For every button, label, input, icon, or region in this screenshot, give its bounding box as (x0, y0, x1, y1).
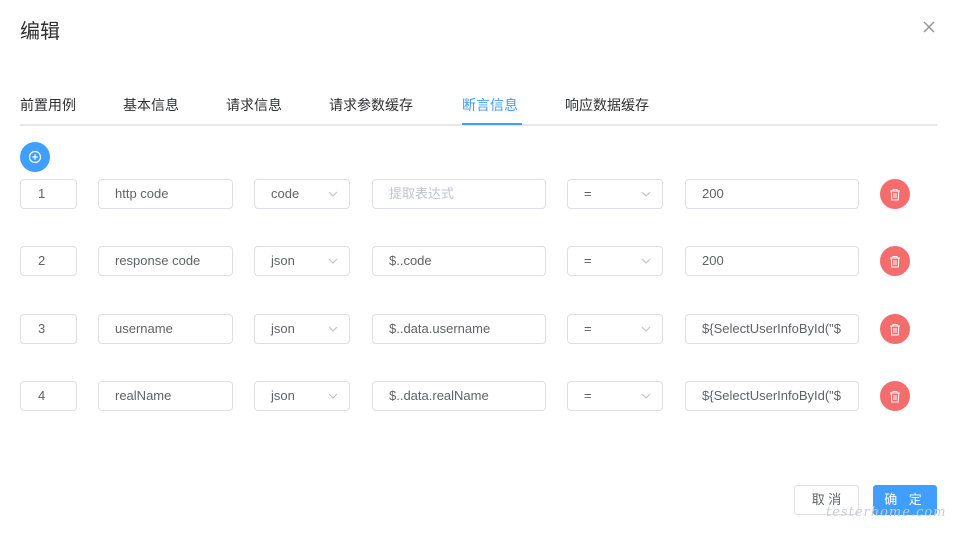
type-select[interactable]: json (254, 381, 350, 411)
operator-select-value: = (584, 388, 592, 403)
dialog-title: 编辑 (20, 21, 60, 43)
delete-row-button[interactable] (880, 246, 910, 276)
expression-input[interactable]: $..data.realName (372, 381, 546, 411)
type-select-value: json (271, 388, 295, 403)
trash-icon (890, 255, 900, 267)
assertion-row: 4 realName json $..data.realName = ${Sel… (0, 381, 957, 411)
operator-select[interactable]: = (567, 246, 663, 276)
expected-value-input[interactable]: 200 (685, 179, 859, 209)
operator-select[interactable]: = (567, 179, 663, 209)
assertion-row: 3 username json $..data.username = ${Sel… (0, 314, 957, 344)
index-input[interactable]: 2 (20, 246, 77, 276)
chevron-down-icon (641, 393, 651, 399)
plus-circle-icon (28, 150, 42, 164)
type-select-value: code (271, 186, 300, 201)
tab-response-data-cache[interactable]: 响应数据缓存 (565, 95, 649, 115)
type-select-value: json (271, 321, 295, 336)
tab-request-param-cache[interactable]: 请求参数缓存 (329, 95, 413, 115)
assertion-name-input[interactable]: username (98, 314, 233, 344)
assertion-name-input[interactable]: realName (98, 381, 233, 411)
chevron-down-icon (328, 191, 338, 197)
trash-icon (890, 188, 900, 200)
tab-assertion-info[interactable]: 断言信息 (462, 95, 518, 115)
tab-bar: 前置用例 基本信息 请求信息 请求参数缓存 断言信息 响应数据缓存 (20, 90, 937, 126)
delete-row-button[interactable] (880, 179, 910, 209)
watermark: testerhome.com (826, 505, 947, 520)
operator-select-value: = (584, 186, 592, 201)
expected-value-input[interactable]: ${SelectUserInfoById("$ (685, 381, 859, 411)
delete-row-button[interactable] (880, 314, 910, 344)
chevron-down-icon (641, 326, 651, 332)
chevron-down-icon (641, 191, 651, 197)
trash-icon (890, 323, 900, 335)
operator-select-value: = (584, 321, 592, 336)
expression-input[interactable]: $..data.username (372, 314, 546, 344)
operator-select-value: = (584, 253, 592, 268)
trash-icon (890, 390, 900, 402)
tab-request-info[interactable]: 请求信息 (226, 95, 282, 115)
chevron-down-icon (328, 258, 338, 264)
chevron-down-icon (328, 326, 338, 332)
edit-dialog: 编辑 前置用例 基本信息 请求信息 请求参数缓存 断言信息 响应数据缓存 1 h… (0, 0, 957, 535)
expression-input[interactable]: $..code (372, 246, 546, 276)
delete-row-button[interactable] (880, 381, 910, 411)
type-select[interactable]: code (254, 179, 350, 209)
type-select-value: json (271, 253, 295, 268)
tab-pre-case[interactable]: 前置用例 (20, 95, 76, 115)
assertion-row: 2 response code json $..code = 200 (0, 246, 957, 276)
index-input[interactable]: 3 (20, 314, 77, 344)
assertion-name-input[interactable]: response code (98, 246, 233, 276)
tab-basic-info[interactable]: 基本信息 (123, 95, 179, 115)
assertion-row: 1 http code code 提取表达式 = 200 (0, 179, 957, 209)
add-assertion-button[interactable] (20, 142, 50, 172)
type-select[interactable]: json (254, 314, 350, 344)
operator-select[interactable]: = (567, 381, 663, 411)
close-icon[interactable] (920, 18, 938, 36)
chevron-down-icon (328, 393, 338, 399)
index-input[interactable]: 1 (20, 179, 77, 209)
expected-value-input[interactable]: 200 (685, 246, 859, 276)
chevron-down-icon (641, 258, 651, 264)
expression-input[interactable]: 提取表达式 (372, 179, 546, 209)
expected-value-input[interactable]: ${SelectUserInfoById("$ (685, 314, 859, 344)
type-select[interactable]: json (254, 246, 350, 276)
index-input[interactable]: 4 (20, 381, 77, 411)
active-tab-indicator (462, 123, 522, 125)
operator-select[interactable]: = (567, 314, 663, 344)
assertion-name-input[interactable]: http code (98, 179, 233, 209)
